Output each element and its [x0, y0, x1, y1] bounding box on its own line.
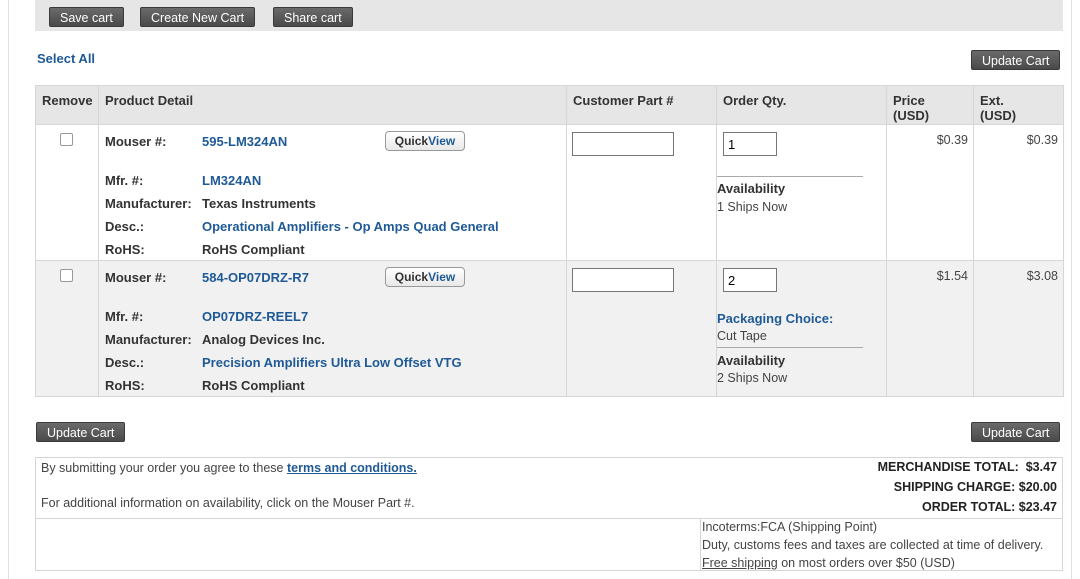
terms-prefix: By submitting your order you agree to th… [41, 461, 284, 475]
remove-cell [35, 124, 99, 261]
summary-divider [36, 518, 1062, 519]
incoterms-text: Incoterms:FCA (Shipping Point) [702, 520, 878, 534]
quickview-button[interactable]: QuickView [385, 267, 465, 287]
rohs-value: RoHS Compliant [202, 378, 305, 393]
cart-table: Remove Product Detail Customer Part # Or… [35, 85, 1064, 397]
customer-part-input[interactable] [572, 268, 674, 292]
page-left-border [8, 0, 9, 579]
share-cart-button[interactable]: Share cart [273, 7, 353, 27]
manufacturer-value: Analog Devices Inc. [202, 332, 325, 347]
ext-cell: $0.39 [973, 124, 1064, 261]
merch-label: MERCHANDISE TOTAL: [877, 460, 1019, 474]
availability-value: 1 Ships Now [717, 200, 788, 214]
create-new-cart-button[interactable]: Create New Cart [140, 7, 256, 27]
customer-part-cell [566, 260, 717, 397]
table-row: Mouser #: 584-OP07DRZ-R7 QuickView Mfr. … [35, 260, 1064, 397]
desc-link[interactable]: Precision Amplifiers Ultra Low Offset VT… [202, 354, 462, 372]
quickview-view: View [428, 270, 456, 284]
mouser-label: Mouser #: [105, 270, 167, 285]
page-right-border [1071, 0, 1072, 579]
ship-value: $20.00 [1018, 480, 1057, 494]
order-label: ORDER TOTAL: [922, 500, 1016, 514]
summary-vertical-divider [700, 518, 701, 570]
update-cart-button-left[interactable]: Update Cart [36, 422, 126, 442]
availability-label: Availability [717, 353, 786, 368]
qty-divider [717, 347, 863, 348]
qty-input[interactable] [723, 268, 777, 292]
cart-page: Save cart Create New Cart Share cart Sel… [0, 0, 1080, 579]
ship-label: SHIPPING CHARGE: [893, 480, 1016, 494]
table-row: Mouser #: 595-LM324AN QuickView Mfr. #: … [35, 124, 1064, 261]
duty-text: Duty, customs fees and taxes are collect… [702, 538, 1044, 552]
desc-link[interactable]: Operational Amplifiers - Op Amps Quad Ge… [202, 218, 499, 236]
mfr-part-link[interactable]: LM324AN [202, 172, 261, 190]
customer-part-input[interactable] [572, 132, 674, 156]
order-summary: By submitting your order you agree to th… [35, 457, 1063, 571]
mfr-label: Mfr. #: [105, 173, 144, 188]
mouser-part-link[interactable]: 584-OP07DRZ-R7 [202, 269, 309, 287]
packaging-choice-label[interactable]: Packaging Choice: [717, 311, 833, 326]
select-all-link[interactable]: Select All [37, 51, 95, 66]
mouser-label: Mouser #: [105, 134, 167, 149]
remove-checkbox[interactable] [60, 269, 73, 282]
quickview-button[interactable]: QuickView [385, 131, 465, 151]
header-price: Price (USD) [886, 85, 974, 125]
price-cell: $1.54 [886, 260, 974, 397]
free-shipping-text: Free shipping on most orders over $50 (U… [702, 556, 955, 570]
free-shipping-rest: on most orders over $50 (USD) [781, 556, 955, 570]
availability-label: Availability [717, 181, 786, 196]
rohs-label: RoHS: [105, 242, 145, 257]
price-cell: $0.39 [886, 124, 974, 261]
qty-divider [717, 176, 863, 177]
ext-price: $3.08 [1026, 269, 1058, 283]
mfr-part-link[interactable]: OP07DRZ-REEL7 [202, 308, 308, 326]
free-shipping-link[interactable]: Free shipping [702, 556, 778, 570]
header-remove: Remove [35, 85, 99, 125]
mfr-label: Mfr. #: [105, 309, 144, 324]
quickview-quick: Quick [394, 270, 429, 284]
shipping-charge: SHIPPING CHARGE: $20.00 [894, 480, 1057, 494]
availability-value: 2 Ships Now [717, 371, 788, 385]
order-qty-cell: Availability 1 Ships Now [716, 124, 887, 261]
packaging-value: Cut Tape [717, 329, 767, 343]
merch-value: $3.47 [1025, 460, 1057, 474]
header-customer-part: Customer Part # [566, 85, 717, 125]
save-cart-button[interactable]: Save cart [49, 7, 124, 27]
mouser-part-link[interactable]: 595-LM324AN [202, 133, 287, 151]
cart-toolbar: Save cart Create New Cart Share cart [35, 0, 1063, 31]
update-cart-button-right[interactable]: Update Cart [971, 422, 1061, 442]
qty-input[interactable] [723, 132, 777, 156]
quickview-quick: Quick [394, 134, 429, 148]
terms-text: By submitting your order you agree to th… [41, 461, 417, 475]
unit-price: $1.54 [936, 269, 968, 283]
terms-link[interactable]: terms and conditions. [287, 461, 417, 475]
remove-cell [35, 260, 99, 397]
rohs-label: RoHS: [105, 378, 145, 393]
availability-info: For additional information on availabili… [41, 496, 415, 510]
header-product-detail: Product Detail [98, 85, 567, 125]
merchandise-total: MERCHANDISE TOTAL: $3.47 [878, 460, 1057, 474]
header-order-qty: Order Qty. [716, 85, 887, 125]
update-cart-button-top[interactable]: Update Cart [971, 50, 1061, 70]
product-detail-cell: Mouser #: 595-LM324AN QuickView Mfr. #: … [98, 124, 567, 261]
desc-label: Desc.: [105, 219, 145, 234]
manufacturer-label: Manufacturer: [105, 196, 192, 211]
customer-part-cell [566, 124, 717, 261]
header-ext: Ext. (USD) [973, 85, 1064, 125]
order-total: ORDER TOTAL: $23.47 [922, 500, 1057, 514]
manufacturer-label: Manufacturer: [105, 332, 192, 347]
product-detail-cell: Mouser #: 584-OP07DRZ-R7 QuickView Mfr. … [98, 260, 567, 397]
quickview-view: View [428, 134, 456, 148]
order-qty-cell: Packaging Choice: Cut Tape Availability … [716, 260, 887, 397]
remove-checkbox[interactable] [60, 133, 73, 146]
order-value: $23.47 [1018, 500, 1057, 514]
desc-label: Desc.: [105, 355, 145, 370]
manufacturer-value: Texas Instruments [202, 196, 316, 211]
ext-cell: $3.08 [973, 260, 1064, 397]
rohs-value: RoHS Compliant [202, 242, 305, 257]
ext-price: $0.39 [1026, 133, 1058, 147]
unit-price: $0.39 [936, 133, 968, 147]
